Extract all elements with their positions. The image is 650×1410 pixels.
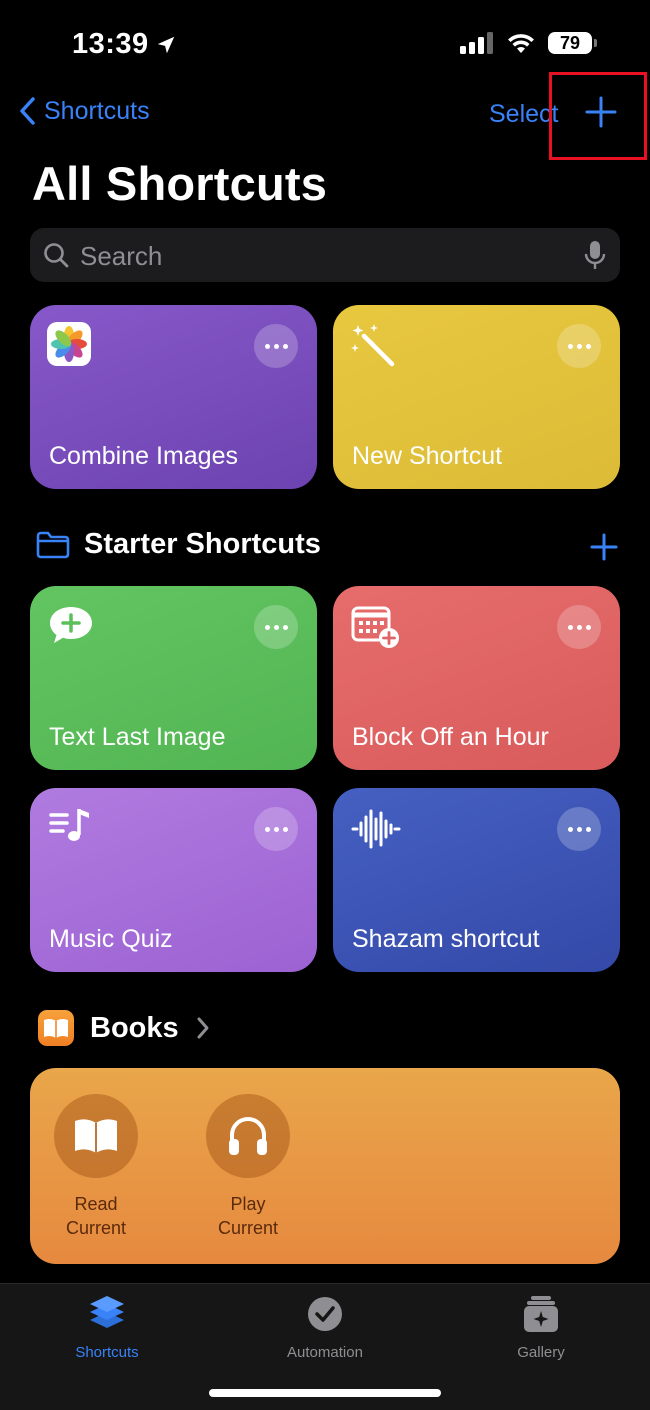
ellipsis-icon: [264, 343, 288, 349]
tab-label: Shortcuts: [75, 1344, 139, 1361]
tile-label: Combine Images: [49, 442, 238, 470]
tile-label: New Shortcut: [352, 442, 503, 470]
chevron-left-icon: [20, 97, 35, 125]
waveform-icon: [351, 809, 401, 849]
shortcut-tile-music-quiz[interactable]: Music Quiz: [30, 788, 317, 972]
shortcut-tile-text-last-image[interactable]: Text Last Image: [30, 586, 317, 770]
cellular-signal-icon: [460, 32, 493, 54]
highlight-annotation-box: [549, 72, 647, 160]
headphones-icon: [229, 1117, 267, 1155]
ellipsis-icon: [264, 624, 288, 630]
more-options-button[interactable]: [557, 807, 601, 851]
location-arrow-icon: [157, 36, 174, 53]
play-current-button[interactable]: Play Current: [188, 1094, 308, 1240]
page-title: All Shortcuts: [32, 157, 328, 210]
more-options-button[interactable]: [254, 807, 298, 851]
search-input[interactable]: [78, 228, 562, 284]
microphone-icon[interactable]: [584, 240, 606, 272]
wifi-icon: [508, 34, 534, 53]
shortcut-tile-shazam-shortcut[interactable]: Shazam shortcut: [333, 788, 620, 972]
music-list-icon: [49, 809, 89, 841]
back-button-label: Shortcuts: [44, 96, 150, 125]
read-current-button[interactable]: Read Current: [36, 1094, 156, 1240]
add-starter-shortcut-button[interactable]: [590, 533, 618, 561]
ellipsis-icon: [567, 826, 591, 832]
tab-label: Gallery: [517, 1344, 565, 1361]
play-current-label: Play Current: [217, 1194, 279, 1238]
ellipsis-icon: [264, 826, 288, 832]
read-current-label: Read Current: [65, 1194, 127, 1238]
shortcut-tile-combine-images[interactable]: Combine Images: [30, 305, 317, 489]
books-app-icon: [38, 1010, 74, 1046]
more-options-button[interactable]: [557, 605, 601, 649]
home-indicator: [209, 1389, 441, 1397]
folder-icon: [36, 531, 70, 558]
books-shortcuts-card: Read Current Play Current: [30, 1068, 620, 1264]
tab-automation[interactable]: Automation: [255, 1294, 395, 1361]
search-bar[interactable]: [30, 228, 620, 284]
tile-label: Block Off an Hour: [352, 723, 549, 751]
back-button[interactable]: Shortcuts: [18, 96, 150, 126]
tile-label: Music Quiz: [49, 925, 173, 953]
status-time: 13:39: [72, 28, 149, 60]
tile-label: Text Last Image: [49, 723, 226, 751]
section-title: Books: [90, 1011, 179, 1044]
search-icon: [44, 243, 69, 268]
calendar-plus-icon: [351, 606, 399, 648]
section-title: Starter Shortcuts: [84, 528, 321, 560]
tab-gallery[interactable]: Gallery: [471, 1294, 611, 1361]
battery-level: 79: [559, 32, 581, 53]
tab-shortcuts[interactable]: Shortcuts: [37, 1294, 177, 1361]
section-header-starter-shortcuts[interactable]: Starter Shortcuts: [36, 528, 321, 561]
ellipsis-icon: [567, 343, 591, 349]
gallery-sparkle-icon: [524, 1296, 558, 1332]
magic-wand-icon: [351, 324, 395, 367]
more-options-button[interactable]: [254, 324, 298, 368]
status-bar-indicators: 79: [460, 32, 597, 54]
stacked-layers-icon: [90, 1296, 124, 1328]
tab-label: Automation: [287, 1344, 363, 1361]
section-header-books[interactable]: Books: [38, 1010, 211, 1046]
plus-icon: [590, 533, 618, 561]
status-bar-time: 13:39: [72, 28, 177, 61]
chevron-right-icon: [197, 1017, 209, 1039]
photos-icon: [47, 322, 91, 366]
ellipsis-icon: [567, 624, 591, 630]
message-plus-icon: [50, 607, 92, 643]
tile-label: Shazam shortcut: [352, 925, 540, 953]
shortcut-tile-block-off-an-hour[interactable]: Block Off an Hour: [333, 586, 620, 770]
shortcut-tile-new-shortcut[interactable]: New Shortcut: [333, 305, 620, 489]
more-options-button[interactable]: [557, 324, 601, 368]
clock-check-icon: [308, 1297, 342, 1331]
open-book-icon: [75, 1119, 117, 1153]
battery-icon: 79: [548, 32, 597, 54]
more-options-button[interactable]: [254, 605, 298, 649]
